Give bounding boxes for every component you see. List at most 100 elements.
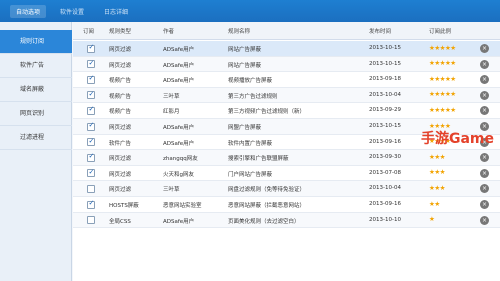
subscribe-checkbox[interactable]	[87, 90, 95, 100]
author-cell: ADSafe用户	[163, 125, 195, 131]
table-row[interactable]: 网页过滤 火天和g网友 门户网站广告屏蔽 2013-07-08 ★★★ ×	[73, 166, 500, 182]
rule-name-cell: 软件内置广告屏蔽	[228, 140, 273, 147]
subscribe-checkbox[interactable]	[87, 168, 95, 178]
sidebar: 规则订阅 软件广告 域名屏蔽 网页识别 过滤进程	[0, 22, 72, 281]
rating-stars: ★★★	[429, 183, 445, 192]
table-row[interactable]: 视频广告 红影月 第三方视频广告过滤规则（新） 2013-09-29 ★★★★★ ×	[73, 103, 500, 119]
publish-date-cell: 2013-10-04	[369, 185, 401, 192]
close-circle-icon[interactable]: ×	[480, 184, 489, 194]
publish-date-cell: 2013-10-10	[369, 216, 401, 223]
sidebar-item-page-recognition[interactable]: 网页识别	[0, 102, 72, 126]
subscribe-checkbox[interactable]	[87, 121, 95, 131]
col-author[interactable]: 作者	[163, 27, 174, 35]
table-row[interactable]: 全局CSS ADSafe用户 页面美化规则（去过滤空白） 2013-10-10 ★ ×	[73, 212, 500, 229]
author-cell: 三叶草	[163, 187, 180, 194]
sidebar-item-rule-subscription[interactable]: 规则订阅	[0, 30, 72, 54]
subscribe-checkbox[interactable]	[87, 137, 95, 147]
rule-name-cell: 门户网站广告屏蔽	[228, 171, 273, 178]
rule-type-cell: 网页过滤	[109, 187, 132, 194]
rule-type-cell: 软件广告	[109, 140, 132, 147]
rating-stars: ★★★	[429, 152, 445, 161]
top-toolbar: 自动选项 软件设置 日志详细	[0, 0, 500, 22]
table-row[interactable]: 视频广告 ADSafe用户 视频播放广告屏蔽 2013-09-18 ★★★★★ ×	[73, 72, 500, 88]
rule-name-cell: 第三方广告过滤规则	[228, 93, 278, 100]
rule-type-cell: 网页过滤	[109, 156, 132, 163]
close-circle-icon[interactable]: ×	[480, 215, 489, 225]
col-rating[interactable]: 订阅此例	[429, 27, 451, 35]
col-rule-type[interactable]: 规则类型	[109, 27, 131, 35]
rule-type-cell: 网页过滤	[109, 62, 132, 69]
subscribe-checkbox[interactable]	[87, 216, 95, 225]
tab-auto-options[interactable]: 自动选项	[10, 5, 47, 18]
col-subscribe[interactable]: 订阅	[83, 27, 94, 35]
watermark-logo: 手游Game	[420, 131, 494, 147]
subscribe-checkbox[interactable]	[87, 74, 95, 84]
rule-name-cell: 视频播放广告屏蔽	[228, 78, 273, 85]
subscribe-checkbox[interactable]	[87, 184, 95, 193]
author-cell: ADSafe用户	[163, 140, 195, 147]
rule-type-cell: 网页过滤	[109, 171, 132, 178]
rule-name-cell: 网站广告屏蔽	[228, 62, 262, 69]
table-row[interactable]: 视频广告 三叶草 第三方广告过滤规则 2013-10-04 ★★★★★ ×	[73, 87, 500, 104]
close-circle-icon[interactable]: ×	[480, 106, 489, 116]
author-cell: ADSafe用户	[163, 62, 195, 69]
col-rule-name[interactable]: 规则名称	[228, 27, 250, 35]
author-cell: 红影月	[163, 109, 180, 116]
close-circle-icon[interactable]: ×	[480, 168, 489, 178]
table-row[interactable]: 网页过滤 zhangqq网友 搜索引擎和广告联盟屏蔽 2013-09-30 ★★★ ×	[73, 150, 500, 166]
rule-name-cell: 网盘过滤规则（免等待免验证）	[228, 187, 306, 194]
close-circle-icon[interactable]: ×	[480, 90, 489, 100]
table-header: 订阅 规则类型 作者 规则名称 发布时间 订阅此例	[73, 22, 500, 40]
close-circle-icon[interactable]: ×	[480, 153, 489, 163]
sidebar-item-domain-block[interactable]: 域名屏蔽	[0, 78, 72, 102]
author-cell: 恶意网站实验室	[163, 203, 202, 209]
rule-name-cell: 网盟广告屏蔽	[228, 125, 262, 131]
author-cell: zhangqq网友	[163, 156, 198, 163]
author-cell: 三叶草	[163, 93, 180, 100]
rating-stars: ★★★★★	[429, 74, 456, 83]
publish-date-cell: 2013-09-30	[369, 154, 401, 161]
subscribe-checkbox[interactable]	[87, 105, 95, 115]
rating-stars: ★	[429, 215, 435, 224]
table-row[interactable]: 网页过滤 三叶草 网盘过滤规则（免等待免验证） 2013-10-04 ★★★ ×	[73, 181, 500, 197]
close-circle-icon[interactable]: ×	[480, 200, 489, 209]
rating-stars: ★★★★★	[429, 90, 456, 99]
close-circle-icon[interactable]: ×	[480, 44, 489, 53]
publish-date-cell: 2013-09-18	[369, 76, 401, 83]
rule-type-cell: 网页过滤	[109, 125, 132, 131]
rules-table: 订阅 规则类型 作者 规则名称 发布时间 订阅此例 网页过滤ADSafe用户网站…	[73, 22, 500, 281]
table-row[interactable]: 网页过滤 ADSafe用户 网站广告屏蔽 2013-10-15 ★★★★★ ×	[73, 41, 500, 57]
rating-stars: ★★★★★	[429, 59, 456, 68]
close-circle-icon[interactable]: ×	[480, 75, 489, 85]
subscribe-checkbox[interactable]	[87, 152, 95, 162]
table-row[interactable]: 网页过滤 ADSafe用户 网站广告屏蔽 2013-10-15 ★★★★★ ×	[73, 56, 500, 73]
table-row[interactable]: HOSTS屏蔽 恶意网站实验室 恶意网站屏蔽（拦截恶意网站） 2013-09-16 ★★…	[73, 197, 500, 213]
sidebar-item-filter-process[interactable]: 过滤进程	[0, 126, 72, 150]
author-cell: ADSafe用户	[163, 47, 195, 53]
subscribe-checkbox[interactable]	[87, 199, 95, 209]
subscribe-checkbox[interactable]	[87, 59, 95, 69]
tab-software-settings[interactable]: 软件设置	[54, 5, 90, 18]
publish-date-cell: 2013-10-15	[369, 123, 401, 129]
rule-type-cell: 视频广告	[109, 78, 132, 85]
author-cell: ADSafe用户	[163, 218, 195, 225]
rule-name-cell: 第三方视频广告过滤规则（新）	[228, 109, 306, 116]
rating-stars: ★★★★★	[429, 105, 456, 114]
subscribe-checkbox[interactable]	[87, 43, 95, 53]
publish-date-cell: 2013-10-15	[369, 60, 401, 67]
sidebar-item-software-ads[interactable]: 软件广告	[0, 54, 72, 78]
rule-name-cell: 网站广告屏蔽	[228, 47, 262, 53]
publish-date-cell: 2013-09-16	[369, 201, 401, 207]
rule-type-cell: 全局CSS	[109, 218, 131, 225]
col-publish-date[interactable]: 发布时间	[369, 27, 391, 35]
publish-date-cell: 2013-09-29	[369, 107, 401, 114]
rating-stars: ★★	[429, 199, 440, 208]
close-circle-icon[interactable]: ×	[480, 59, 489, 69]
rule-type-cell: 视频广告	[109, 93, 132, 100]
tab-log-details[interactable]: 日志详细	[98, 5, 134, 18]
rule-type-cell: 网页过滤	[109, 47, 132, 53]
rule-name-cell: 恶意网站屏蔽（拦截恶意网站）	[228, 203, 306, 209]
publish-date-cell: 2013-09-16	[369, 138, 401, 145]
rating-stars: ★★★★★	[429, 43, 456, 52]
publish-date-cell: 2013-10-04	[369, 91, 401, 98]
